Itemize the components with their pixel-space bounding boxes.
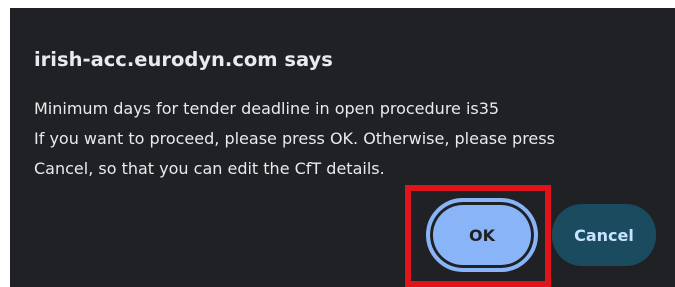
message-line: Cancel, so that you can edit the CfT det… [34, 159, 385, 178]
dialog-message: Minimum days for tender deadline in open… [34, 94, 634, 184]
message-line: Minimum days for tender deadline in open… [34, 99, 500, 118]
alert-dialog: irish-acc.eurodyn.com says Minimum days … [10, 8, 675, 287]
message-line: If you want to proceed, please press OK.… [34, 129, 555, 148]
ok-button[interactable]: OK [426, 198, 538, 272]
dialog-title: irish-acc.eurodyn.com says [34, 48, 333, 71]
cancel-button[interactable]: Cancel [552, 204, 656, 266]
